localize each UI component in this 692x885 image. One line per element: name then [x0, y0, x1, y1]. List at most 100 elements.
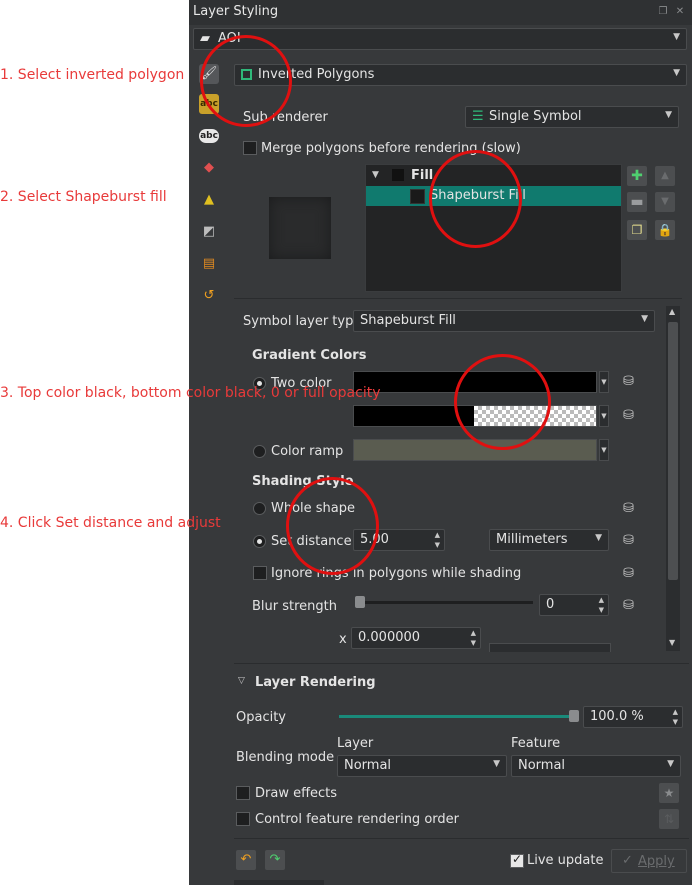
fill-swatch	[392, 169, 404, 181]
apply-check-icon: ✓	[622, 853, 633, 868]
3d-view-icon[interactable]: ▲	[199, 190, 219, 210]
expand-arrow-icon[interactable]: ▼	[372, 170, 379, 180]
merge-polygons-checkbox[interactable]	[243, 141, 257, 155]
opacity-value: 100.0 %	[590, 709, 644, 724]
chevron-down-icon: ▼	[673, 32, 680, 42]
redo-icon[interactable]: ↷	[265, 850, 285, 870]
annotation-step-4: 4. Click Set distance and adjust	[0, 515, 221, 531]
live-update-checkbox[interactable]: ✓	[510, 852, 524, 868]
add-icon[interactable]: ✚	[627, 166, 647, 186]
duplicate-icon[interactable]: ❐	[627, 220, 647, 240]
shapeburst-swatch	[410, 189, 425, 204]
divider	[234, 298, 682, 299]
bottom-color-dropdown[interactable]: ▼	[599, 405, 609, 427]
symbol-layer-type-label: Symbol layer type	[243, 314, 362, 329]
draw-effects-checkbox[interactable]	[236, 786, 250, 800]
order-settings-icon[interactable]: ⇅	[659, 809, 679, 829]
star-icon[interactable]: ★	[659, 783, 679, 803]
chevron-down-icon: ▼	[595, 533, 602, 543]
data-defined-icon[interactable]: ⛁	[623, 598, 643, 614]
annotation-step-2: 2. Select Shapeburst fill	[0, 189, 167, 205]
sidebar: 🖌 abc abc ◆ ▲ ◩ ▤ ↺	[189, 58, 229, 885]
annotation-step-3: 3. Top color black, bottom color black, …	[0, 385, 381, 401]
lock-icon[interactable]: 🔒	[655, 220, 675, 240]
scroll-down-icon[interactable]: ▼	[669, 638, 675, 647]
down-arrow-icon[interactable]: ▼	[655, 192, 675, 212]
settings-scrollbar[interactable]: ▲ ▼	[666, 306, 680, 651]
top-color-dropdown[interactable]: ▼	[599, 371, 609, 393]
sub-renderer-selector[interactable]: ☰ Single Symbol ▼	[465, 106, 679, 128]
single-symbol-icon: ☰	[472, 109, 484, 124]
draw-effects-label: Draw effects	[255, 786, 338, 801]
color-ramp-radio[interactable]	[253, 445, 266, 458]
data-defined-icon[interactable]: ⛁	[623, 533, 643, 549]
spin-arrows-icon[interactable]: ▲ ▼	[599, 595, 604, 615]
opacity-spinbox[interactable]: 100.0 % ▲ ▼	[583, 706, 683, 728]
opacity-slider-handle[interactable]	[569, 710, 579, 722]
chevron-down-icon: ▼	[641, 314, 648, 324]
divider	[234, 663, 689, 664]
history-icon[interactable]: ↺	[199, 286, 219, 306]
apply-button[interactable]: ✓ Apply	[611, 849, 687, 873]
bottom-widget-peek	[234, 880, 324, 885]
blur-spinbox[interactable]: 0 ▲ ▼	[539, 594, 609, 616]
annotation-step-1: 1. Select inverted polygon	[0, 67, 185, 83]
title-bar: Layer Styling ❐ ✕	[189, 0, 692, 25]
color-ramp-button[interactable]	[353, 439, 597, 461]
feature-blend-selector[interactable]: Normal ▼	[511, 755, 681, 777]
set-distance-radio[interactable]	[253, 535, 266, 548]
distance-unit-selector[interactable]: Millimeters ▼	[489, 529, 609, 551]
data-defined-icon[interactable]: ⛁	[623, 501, 643, 517]
opacity-label: Opacity	[236, 710, 287, 725]
blending-mode-label: Blending mode	[236, 750, 335, 765]
blur-slider-handle[interactable]	[355, 596, 365, 608]
scroll-clip	[234, 652, 682, 655]
distance-unit-value: Millimeters	[496, 532, 568, 547]
opacity-slider-track[interactable]	[339, 715, 575, 718]
data-defined-icon[interactable]: ⛁	[623, 374, 643, 390]
layer-rendering-heading[interactable]: Layer Rendering	[255, 675, 376, 690]
collapse-arrow-icon[interactable]: ▽	[238, 676, 245, 686]
window-title: Layer Styling	[193, 4, 279, 19]
scrollbar-thumb[interactable]	[668, 322, 678, 580]
undo-icon[interactable]: ↶	[236, 850, 256, 870]
spin-arrows-icon[interactable]: ▲ ▼	[673, 707, 678, 727]
highlight-circle-2	[429, 150, 522, 248]
sub-renderer-value: Single Symbol	[489, 109, 582, 124]
chevron-down-icon: ▼	[667, 759, 674, 769]
spin-arrows-icon[interactable]: ▲ ▼	[435, 530, 440, 550]
scroll-up-icon[interactable]: ▲	[669, 307, 675, 316]
blur-value: 0	[546, 597, 555, 612]
abc-icon[interactable]: abc	[199, 129, 219, 143]
tree-root-fill[interactable]: Fill	[411, 168, 433, 183]
blur-strength-label: Blur strength	[252, 599, 338, 614]
layer-blend-value: Normal	[344, 758, 392, 773]
gradient-colors-heading: Gradient Colors	[252, 348, 367, 363]
remove-icon[interactable]: ▬	[627, 192, 647, 212]
data-defined-icon[interactable]: ⛁	[623, 408, 643, 424]
color-ramp-dropdown[interactable]: ▼	[599, 439, 609, 461]
renderer-selector[interactable]: Inverted Polygons ▼	[234, 64, 687, 86]
close-icon[interactable]: ✕	[674, 6, 686, 18]
blur-slider-track[interactable]	[357, 601, 533, 604]
chevron-down-icon: ▼	[665, 110, 672, 120]
highlight-circle-3	[454, 354, 551, 450]
symbol-layer-type-selector[interactable]: Shapeburst Fill ▼	[353, 310, 655, 332]
checkmark-icon: ✓	[512, 852, 523, 866]
stack-icon[interactable]: ▤	[199, 254, 219, 274]
control-order-checkbox[interactable]	[236, 812, 250, 826]
data-defined-icon[interactable]: ⛁	[623, 566, 643, 582]
diagram-icon[interactable]: ◩	[199, 222, 219, 242]
layer-column-label: Layer	[337, 736, 374, 751]
offset-x-label: x	[339, 632, 347, 647]
ignore-rings-checkbox[interactable]	[253, 566, 267, 580]
spin-arrows-icon[interactable]: ▲ ▼	[471, 628, 476, 648]
divider	[234, 838, 689, 839]
feature-column-label: Feature	[511, 736, 561, 751]
offset-x-spinbox[interactable]: 0.000000 ▲ ▼	[351, 627, 481, 649]
float-icon[interactable]: ❐	[657, 6, 669, 18]
up-arrow-icon[interactable]: ▲	[655, 166, 675, 186]
cube-icon[interactable]: ◆	[199, 158, 219, 178]
whole-shape-radio[interactable]	[253, 502, 266, 515]
layer-blend-selector[interactable]: Normal ▼	[337, 755, 507, 777]
